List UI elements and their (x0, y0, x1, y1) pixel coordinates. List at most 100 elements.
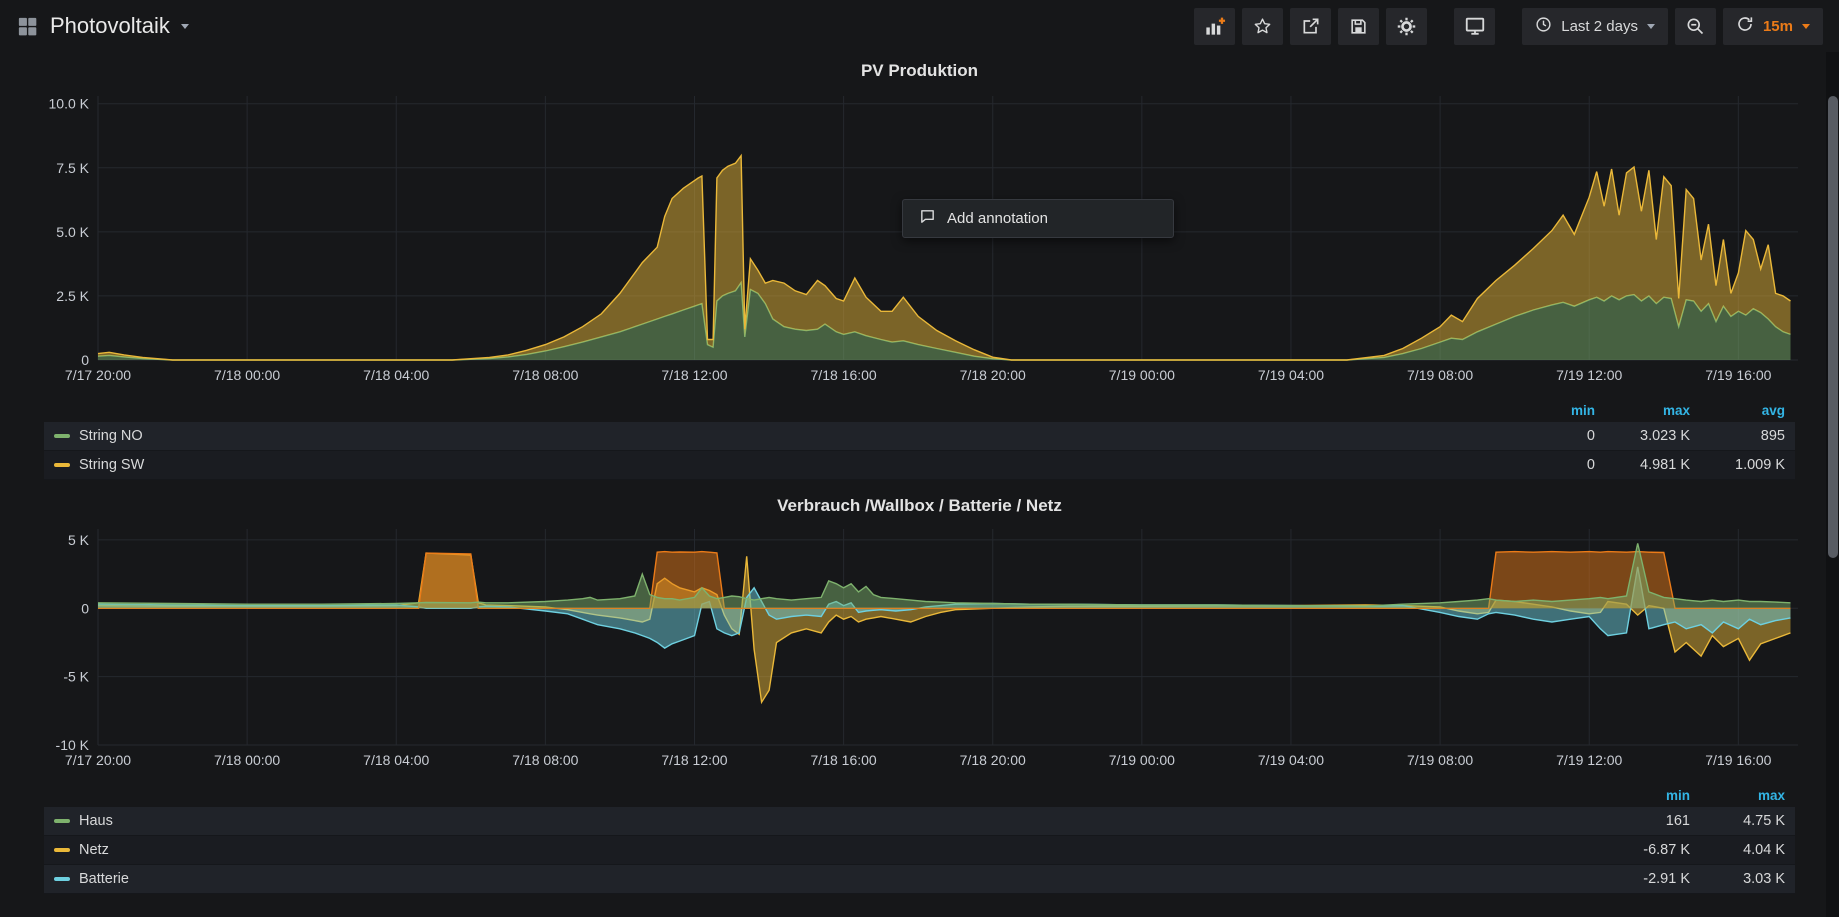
dashboard-grid-icon[interactable] (16, 15, 39, 38)
grafana-app: Photovoltaik (0, 0, 1839, 917)
series-min: -2.91 K (1595, 871, 1690, 887)
svg-text:7/19 08:00: 7/19 08:00 (1407, 752, 1473, 768)
add-annotation-popup[interactable]: Add annotation (902, 199, 1174, 238)
chevron-down-icon (1802, 24, 1810, 29)
navbar-actions: Last 2 days 15m (1194, 8, 1823, 45)
pv-legend: min max avg String NO 0 3.023 K 895 Stri… (44, 399, 1795, 480)
series-name[interactable]: String NO (79, 428, 1500, 444)
svg-text:7/18 04:00: 7/18 04:00 (363, 367, 429, 383)
legend-col-min[interactable]: min (1500, 403, 1595, 418)
comment-icon (919, 208, 936, 229)
dashboard-nav: Photovoltaik (16, 13, 189, 39)
series-name[interactable]: Batterie (79, 871, 1595, 887)
series-name[interactable]: Netz (79, 842, 1595, 858)
svg-text:0: 0 (81, 352, 89, 368)
scrollbar[interactable] (1826, 52, 1839, 917)
svg-text:0: 0 (81, 600, 89, 616)
svg-text:7/19 16:00: 7/19 16:00 (1705, 752, 1771, 768)
svg-text:7/18 04:00: 7/18 04:00 (363, 752, 429, 768)
svg-text:7/19 08:00: 7/19 08:00 (1407, 367, 1473, 383)
svg-text:7/19 04:00: 7/19 04:00 (1258, 752, 1324, 768)
star-button[interactable] (1242, 8, 1283, 45)
series-avg: 895 (1690, 428, 1785, 444)
series-swatch[interactable] (54, 463, 70, 467)
svg-text:7/19 12:00: 7/19 12:00 (1556, 752, 1622, 768)
chevron-down-icon[interactable] (181, 24, 189, 29)
series-name[interactable]: Haus (79, 813, 1595, 829)
svg-text:7/18 08:00: 7/18 08:00 (512, 367, 578, 383)
svg-text:7/19 00:00: 7/19 00:00 (1109, 367, 1175, 383)
svg-text:7/19 00:00: 7/19 00:00 (1109, 752, 1175, 768)
verbrauch-legend: min max Haus 161 4.75 K Netz -6.87 K 4.0… (44, 784, 1795, 894)
panel-verbrauch: Verbrauch /Wallbox / Batterie / Netz 7/1… (14, 480, 1825, 894)
series-max: 4.04 K (1690, 842, 1785, 858)
time-range-label: Last 2 days (1561, 18, 1638, 35)
svg-text:7/19 12:00: 7/19 12:00 (1556, 367, 1622, 383)
legend-row-string-sw: String SW 0 4.981 K 1.009 K (44, 451, 1795, 480)
save-button[interactable] (1338, 8, 1379, 45)
panel-pv-produktion: PV Produktion 7/17 20:00 7/18 00:00 7/18 0… (14, 52, 1825, 480)
svg-text:7/18 16:00: 7/18 16:00 (811, 752, 877, 768)
share-button[interactable] (1290, 8, 1331, 45)
svg-text:7/18 08:00: 7/18 08:00 (512, 752, 578, 768)
svg-text:7/18 00:00: 7/18 00:00 (214, 752, 280, 768)
legend-col-max[interactable]: max (1690, 788, 1785, 803)
dashboard-body: PV Produktion 7/17 20:00 7/18 00:00 7/18 0… (0, 52, 1839, 894)
legend-header: min max avg (44, 399, 1795, 422)
series-min: 0 (1500, 428, 1595, 444)
chevron-down-icon (1647, 24, 1655, 29)
series-min: -6.87 K (1595, 842, 1690, 858)
svg-text:7/18 12:00: 7/18 12:00 (661, 752, 727, 768)
legend-header: min max (44, 784, 1795, 807)
series-min: 0 (1500, 457, 1595, 473)
series-max: 3.03 K (1690, 871, 1785, 887)
settings-button[interactable] (1386, 8, 1427, 45)
time-range-picker[interactable]: Last 2 days (1522, 8, 1668, 45)
navbar: Photovoltaik (0, 0, 1839, 52)
pv-produktion-chart-wrap: 7/17 20:00 7/18 00:00 7/18 04:00 7/18 08:00… (14, 86, 1825, 397)
series-max: 4.981 K (1595, 457, 1690, 473)
svg-text:2.5 K: 2.5 K (56, 288, 89, 304)
series-swatch[interactable] (54, 434, 70, 438)
svg-text:7/17 20:00: 7/17 20:00 (65, 367, 131, 383)
svg-text:5 K: 5 K (68, 532, 90, 548)
cycle-view-button[interactable] (1454, 8, 1495, 45)
series-max: 3.023 K (1595, 428, 1690, 444)
svg-text:7.5 K: 7.5 K (56, 160, 89, 176)
clock-icon (1535, 16, 1552, 37)
panel-title[interactable]: PV Produktion (14, 52, 1825, 86)
add-panel-button[interactable] (1194, 8, 1235, 45)
refresh-icon (1736, 15, 1754, 37)
svg-text:10.0 K: 10.0 K (49, 96, 90, 112)
series-avg: 1.009 K (1690, 457, 1785, 473)
legend-col-max[interactable]: max (1595, 403, 1690, 418)
svg-text:7/18 00:00: 7/18 00:00 (214, 367, 280, 383)
verbrauch-chart[interactable]: 7/17 20:00 7/18 00:00 7/18 04:00 7/18 08:00… (14, 521, 1825, 782)
legend-row-haus: Haus 161 4.75 K (44, 807, 1795, 836)
refresh-interval-label: 15m (1763, 18, 1793, 35)
zoom-out-button[interactable] (1675, 8, 1716, 45)
series-swatch[interactable] (54, 819, 70, 823)
dashboard-title[interactable]: Photovoltaik (50, 13, 170, 39)
panel-title[interactable]: Verbrauch /Wallbox / Batterie / Netz (14, 480, 1825, 521)
legend-col-avg[interactable]: avg (1690, 403, 1785, 418)
pv-produktion-chart[interactable]: 7/17 20:00 7/18 00:00 7/18 04:00 7/18 08:00… (14, 86, 1825, 397)
series-name[interactable]: String SW (79, 457, 1500, 473)
svg-text:7/17 20:00: 7/17 20:00 (65, 752, 131, 768)
legend-col-min[interactable]: min (1595, 788, 1690, 803)
svg-text:7/18 20:00: 7/18 20:00 (960, 367, 1026, 383)
svg-text:7/18 20:00: 7/18 20:00 (960, 752, 1026, 768)
legend-row-batterie: Batterie -2.91 K 3.03 K (44, 865, 1795, 894)
svg-text:5.0 K: 5.0 K (56, 224, 89, 240)
series-max: 4.75 K (1690, 813, 1785, 829)
svg-text:7/18 12:00: 7/18 12:00 (661, 367, 727, 383)
series-min: 161 (1595, 813, 1690, 829)
refresh-picker[interactable]: 15m (1723, 8, 1823, 45)
svg-text:7/18 16:00: 7/18 16:00 (811, 367, 877, 383)
series-swatch[interactable] (54, 877, 70, 881)
series-swatch[interactable] (54, 848, 70, 852)
legend-row-netz: Netz -6.87 K 4.04 K (44, 836, 1795, 865)
scrollbar-thumb[interactable] (1828, 96, 1838, 558)
add-annotation-label: Add annotation (947, 210, 1048, 227)
svg-text:-10 K: -10 K (56, 737, 90, 753)
